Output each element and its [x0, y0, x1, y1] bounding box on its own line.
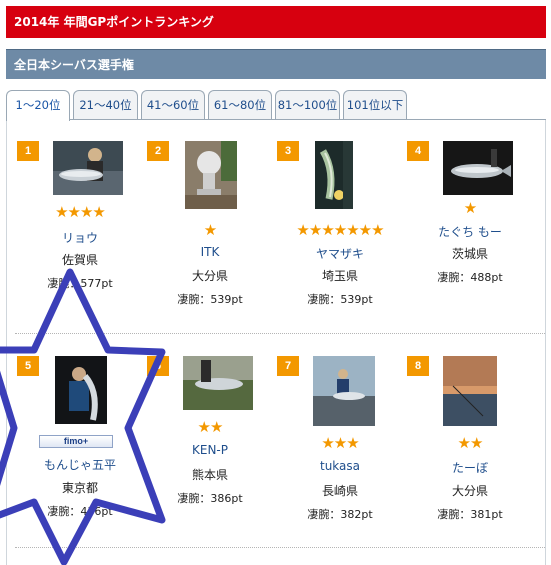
tab-61-80[interactable]: 61〜80位	[208, 90, 272, 120]
rank-badge: 7	[277, 356, 299, 376]
prefecture-label: 茨城県	[451, 247, 488, 261]
prefecture-label: 佐賀県	[61, 253, 98, 267]
tab-21-40[interactable]: 21〜40位	[73, 90, 138, 120]
fimo-badge[interactable]: fimo+	[39, 435, 113, 448]
rating-stars: ★★	[197, 418, 224, 436]
ranking-card-6: 6 ★★ KEN-P 熊本県 凄腕：386pt	[147, 356, 273, 546]
points-label: 凄腕：381pt	[437, 508, 503, 521]
ranking-card-1: 1 ★★★★ リョウ 佐賀県 凄腕：577pt	[17, 141, 143, 331]
angler-photo[interactable]	[443, 141, 513, 195]
ranking-card-7: 7 ★★★ tukasa 長崎県 凄腕：382pt	[277, 356, 403, 546]
points-label: 凄腕：436pt	[47, 505, 113, 518]
angler-name-link[interactable]: ヤマザキ	[277, 245, 403, 262]
angler-photo[interactable]	[53, 141, 123, 195]
rank-badge: 6	[147, 356, 169, 376]
rank-tabs: 1〜20位 21〜40位 41〜60位 61〜80位 81〜100位 101位以…	[6, 90, 546, 121]
angler-name-link[interactable]: もんじゃ五平	[17, 456, 143, 473]
angler-name-link[interactable]: ITK	[147, 245, 273, 259]
ranking-card-8: 8 ★★ たーぼ 大分県 凄腕：381pt	[407, 356, 533, 546]
page-title-bar: 2014年 年間GPポイントランキング	[6, 6, 546, 38]
points-label: 凄腕：539pt	[177, 293, 243, 306]
prefecture-label: 熊本県	[191, 468, 228, 482]
rating-stars: ★★★★	[55, 203, 106, 221]
tab-81-100[interactable]: 81〜100位	[275, 90, 340, 120]
ranking-card-5: 5 fimo+ もんじゃ五平 東京都 凄腕：436pt	[17, 356, 143, 546]
row-divider	[15, 547, 545, 548]
points-label: 凄腕：539pt	[307, 293, 373, 306]
angler-photo[interactable]	[185, 141, 237, 209]
points-label: 凄腕：382pt	[307, 508, 373, 521]
angler-photo[interactable]	[315, 141, 353, 209]
rating-stars: ★★★	[321, 434, 359, 452]
page-title: 2014年 年間GPポイントランキング	[14, 15, 214, 29]
angler-name-link[interactable]: リョウ	[17, 229, 143, 246]
ranking-card-4: 4 ★ たぐち もー 茨城県 凄腕：488pt	[407, 141, 533, 331]
points-label: 凄腕：577pt	[47, 277, 113, 290]
rating-stars: ★★	[457, 434, 484, 452]
tab-101-plus[interactable]: 101位以下	[343, 90, 407, 120]
ranking-card-3: 3 ★★★★★★★ ヤマザキ 埼玉県 凄腕：539pt	[277, 141, 403, 331]
angler-photo[interactable]	[313, 356, 375, 426]
prefecture-label: 大分県	[191, 269, 228, 283]
angler-photo[interactable]	[55, 356, 107, 424]
points-label: 凄腕：386pt	[177, 492, 243, 505]
rank-badge: 8	[407, 356, 429, 376]
angler-photo[interactable]	[443, 356, 497, 426]
prefecture-label: 大分県	[451, 484, 488, 498]
prefecture-label: 東京都	[61, 481, 98, 495]
points-label: 凄腕：488pt	[437, 271, 503, 284]
rank-badge: 4	[407, 141, 429, 161]
rank-badge: 5	[17, 356, 39, 376]
angler-name-link[interactable]: KEN-P	[147, 443, 273, 457]
rating-stars: ★	[203, 221, 217, 239]
rank-badge: 3	[277, 141, 299, 161]
rank-badge: 1	[17, 141, 39, 161]
tab-1-20[interactable]: 1〜20位	[6, 90, 70, 121]
prefecture-label: 長崎県	[321, 484, 358, 498]
angler-name-link[interactable]: tukasa	[277, 459, 403, 473]
section-title-bar: 全日本シーバス選手権	[6, 49, 546, 79]
ranking-card-2: 2 ★ ITK 大分県 凄腕：539pt	[147, 141, 273, 331]
rating-stars: ★	[463, 199, 477, 217]
rating-stars: ★★★★★★★	[296, 221, 384, 239]
angler-name-link[interactable]: たぐち もー	[407, 223, 533, 240]
angler-photo[interactable]	[183, 356, 253, 410]
section-title: 全日本シーバス選手権	[14, 58, 134, 72]
angler-name-link[interactable]: たーぼ	[407, 459, 533, 476]
rank-badge: 2	[147, 141, 169, 161]
prefecture-label: 埼玉県	[321, 269, 358, 283]
row-divider	[15, 333, 545, 334]
tab-41-60[interactable]: 41〜60位	[141, 90, 205, 120]
